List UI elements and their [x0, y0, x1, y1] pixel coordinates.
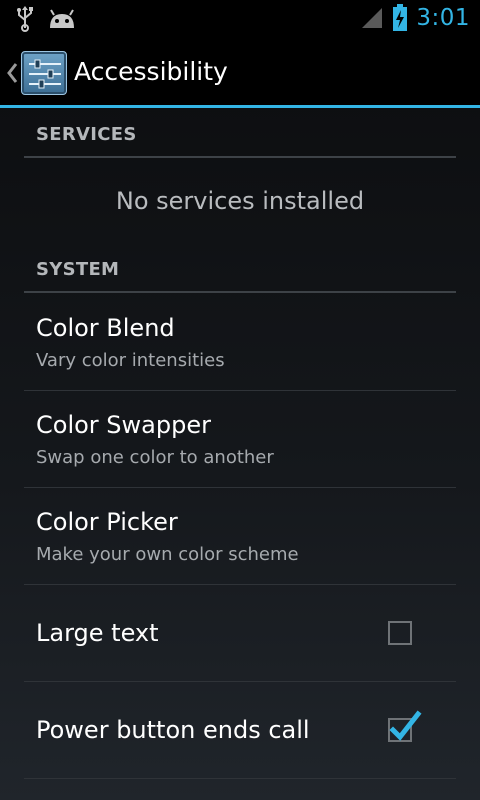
section-header-services: SERVICES — [24, 111, 456, 158]
pref-summary: Swap one color to another — [36, 447, 274, 468]
pref-item-color-swapper[interactable]: Color Swapper Swap one color to another — [24, 391, 456, 488]
pref-title: Large text — [36, 619, 159, 647]
action-bar: Accessibility — [0, 38, 480, 108]
power-button-ends-call-checkbox[interactable] — [388, 710, 422, 742]
checkmark-icon — [389, 710, 422, 741]
empty-services-text: No services installed — [115, 187, 365, 215]
page-title: Accessibility — [74, 57, 228, 86]
pref-summary: Vary color intensities — [36, 350, 225, 371]
screen: 3:01 Accessibility SERVICES No services … — [0, 0, 480, 800]
pref-item-large-text[interactable]: Large text — [24, 585, 456, 682]
usb-icon — [16, 6, 34, 32]
pref-title: Color Picker — [36, 508, 178, 536]
status-bar: 3:01 — [0, 0, 480, 38]
large-text-checkbox[interactable] — [388, 621, 412, 645]
pref-title: Color Blend — [36, 314, 175, 342]
section-header-label: SERVICES — [36, 124, 137, 145]
pref-title: Color Swapper — [36, 411, 211, 439]
pref-title: Power button ends call — [36, 716, 310, 744]
back-caret-icon[interactable] — [6, 62, 18, 84]
battery-charging-icon — [392, 4, 408, 32]
pref-item-color-picker[interactable]: Color Picker Make your own color scheme — [24, 488, 456, 585]
pref-summary: Make your own color scheme — [36, 544, 299, 565]
section-header-label: SYSTEM — [36, 259, 120, 280]
status-clock: 3:01 — [416, 5, 470, 31]
pref-item-color-blend[interactable]: Color Blend Vary color intensities — [24, 294, 456, 391]
pref-item-power-button-ends-call[interactable]: Power button ends call — [24, 682, 456, 779]
accessibility-settings-icon[interactable] — [21, 51, 67, 95]
android-icon — [48, 8, 76, 30]
section-header-system: SYSTEM — [24, 246, 456, 293]
signal-icon — [360, 6, 384, 30]
